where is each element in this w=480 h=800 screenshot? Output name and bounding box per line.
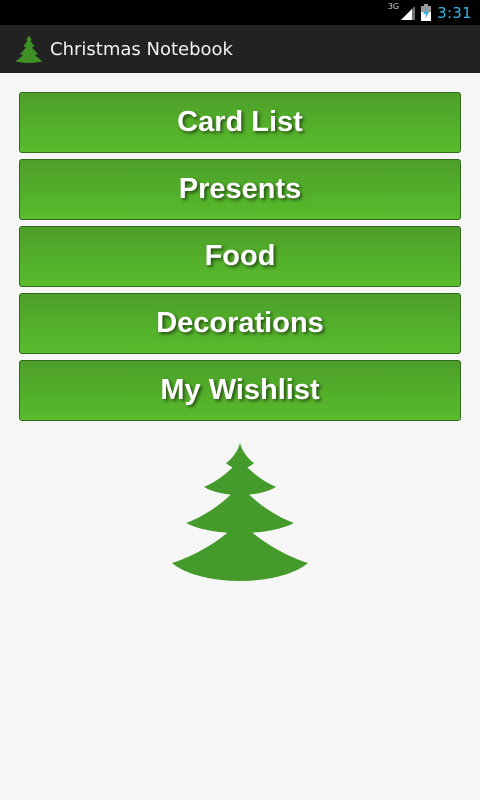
clock: 3:31 bbox=[437, 3, 472, 22]
christmas-tree-icon[interactable] bbox=[15, 35, 43, 63]
food-button[interactable]: Food bbox=[19, 226, 461, 287]
app-title: Christmas Notebook bbox=[50, 38, 233, 60]
signal-icon bbox=[401, 5, 416, 20]
decorations-button[interactable]: Decorations bbox=[19, 293, 461, 354]
status-bar: 3G 3:31 bbox=[0, 0, 480, 25]
my-wishlist-button[interactable]: My Wishlist bbox=[19, 360, 461, 421]
battery-charging-icon bbox=[421, 4, 432, 21]
card-list-button[interactable]: Card List bbox=[19, 92, 461, 153]
network-type-label: 3G bbox=[387, 2, 400, 11]
action-bar: Christmas Notebook bbox=[0, 25, 480, 73]
presents-button[interactable]: Presents bbox=[19, 159, 461, 220]
status-icons: 3G 3:31 bbox=[388, 0, 472, 25]
main-content: Card List Presents Food Decorations My W… bbox=[0, 73, 480, 800]
christmas-tree-illustration bbox=[172, 443, 308, 581]
menu-list: Card List Presents Food Decorations My W… bbox=[19, 92, 461, 427]
